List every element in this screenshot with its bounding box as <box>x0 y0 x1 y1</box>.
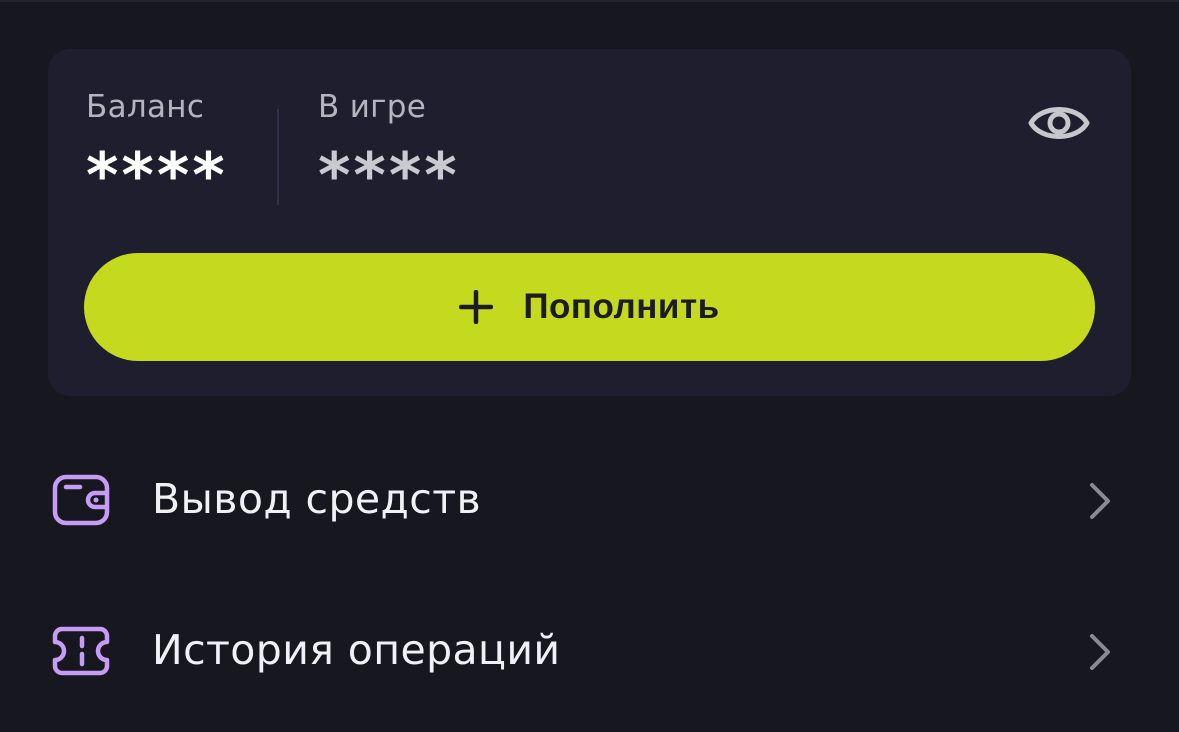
eye-icon <box>1028 107 1090 139</box>
visibility-toggle-button[interactable] <box>1026 93 1092 153</box>
column-divider <box>277 109 279 205</box>
top-up-label: Пополнить <box>523 287 720 326</box>
in-game-value: **** <box>318 139 460 212</box>
plus-icon <box>459 290 494 324</box>
menu-item-history[interactable]: История операций <box>0 596 1179 706</box>
chevron-right-icon <box>1082 481 1118 521</box>
balance-label: Баланс <box>86 89 205 125</box>
chevron-right-icon <box>1082 632 1118 672</box>
wallet-icon <box>50 472 112 528</box>
top-divider <box>0 0 1179 2</box>
in-game-label: В игре <box>318 89 427 125</box>
ticket-icon <box>50 623 112 679</box>
menu-item-label: Вывод средств <box>152 475 482 523</box>
menu-item-label: История операций <box>152 626 561 674</box>
top-up-button[interactable]: Пополнить <box>84 253 1095 361</box>
balance-value: **** <box>86 139 228 212</box>
balance-card: Баланс **** В игре **** Пополнить <box>48 49 1131 396</box>
menu-item-withdraw[interactable]: Вывод средств <box>0 445 1179 555</box>
